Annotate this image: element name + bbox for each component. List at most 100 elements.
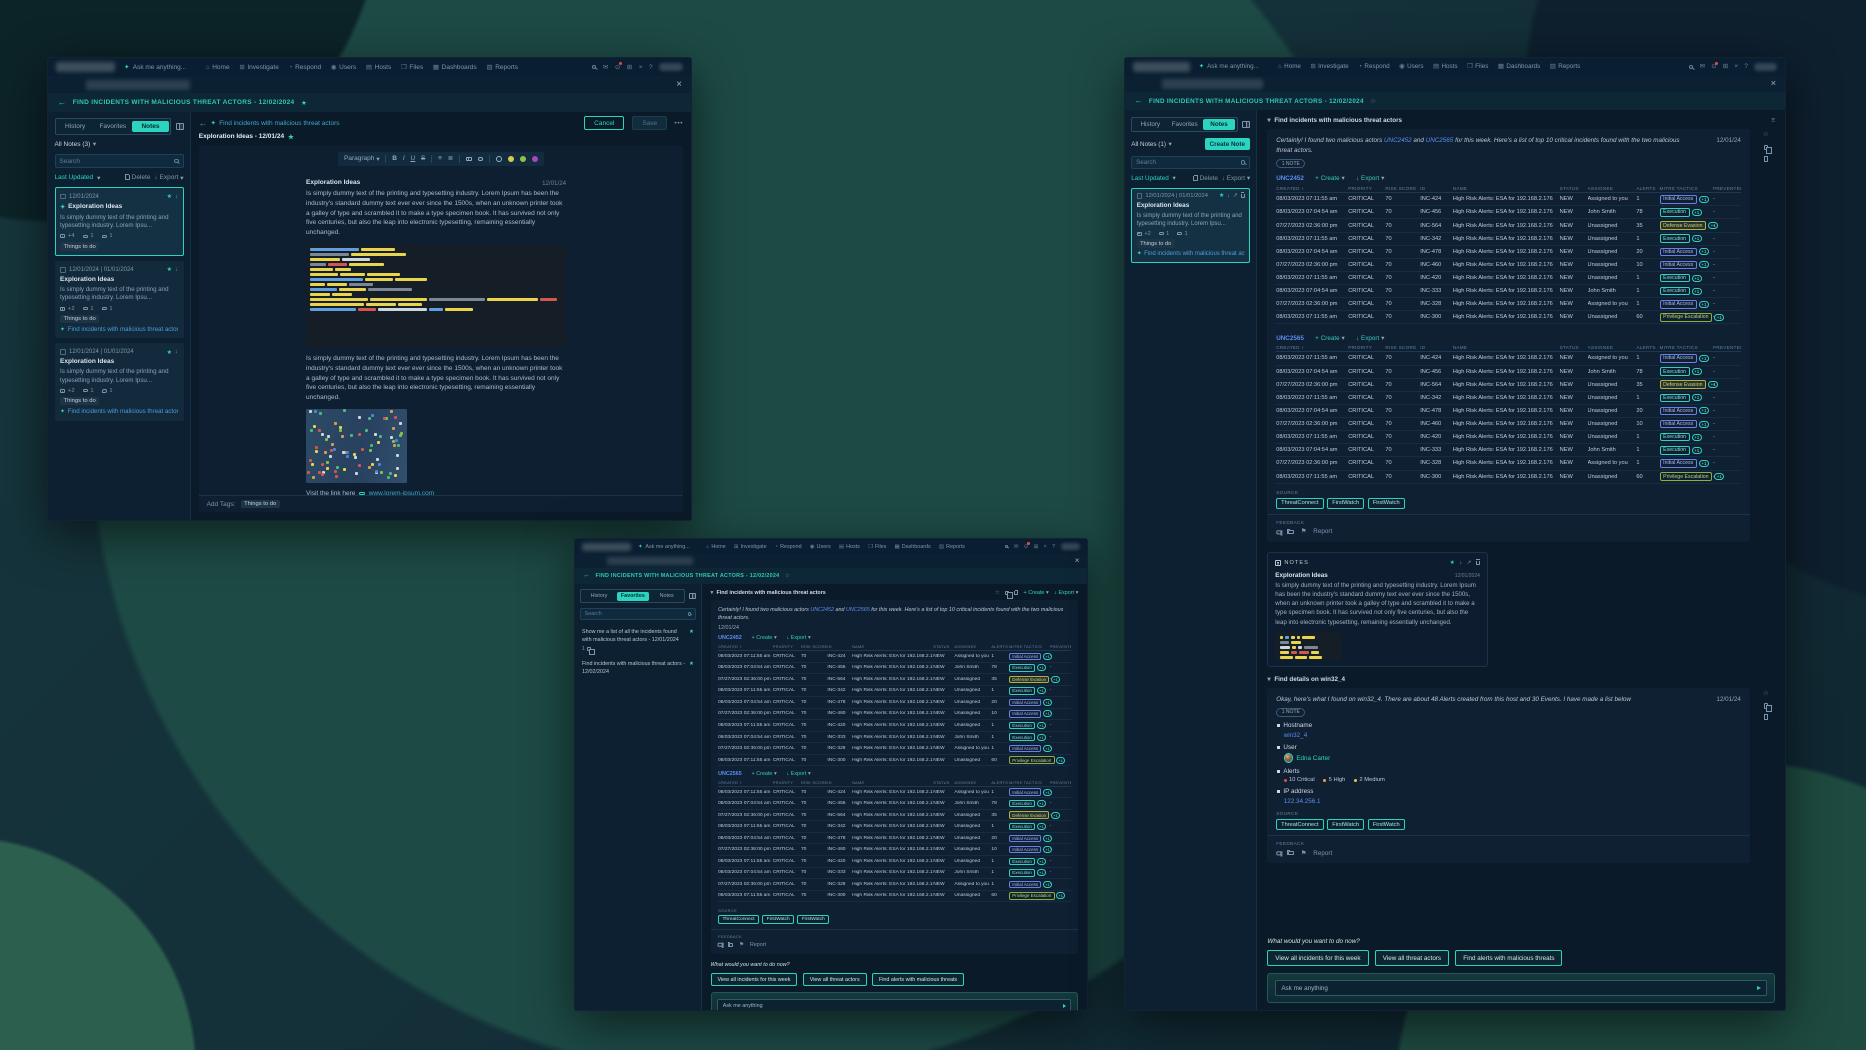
nav-item[interactable]: ▧ Reports xyxy=(1550,63,1581,70)
share-icon[interactable]: ↗ xyxy=(1233,193,1238,199)
export-button[interactable]: ↓ Export ▾ xyxy=(154,174,183,182)
column-header[interactable]: NAME xyxy=(1453,345,1560,350)
mitre-extra-badge[interactable]: +1 xyxy=(1036,687,1046,695)
nav-item[interactable]: ▤ Hosts xyxy=(839,544,860,550)
expand-icon[interactable]: × xyxy=(639,64,643,71)
incident-row[interactable]: 07/27/2023 02:36:00 pm CRITICAL 70 INC-460 H… xyxy=(718,844,1071,857)
mitre-tactic-chip[interactable]: Execution xyxy=(1009,799,1036,808)
mitre-tactic-chip[interactable]: Privilege Escalation xyxy=(1009,756,1055,764)
thumbs-down-icon[interactable] xyxy=(1276,529,1282,535)
column-header[interactable]: ID xyxy=(1420,345,1453,350)
color-yellow-swatch[interactable] xyxy=(507,155,514,162)
column-header[interactable]: ALERTS xyxy=(1636,186,1659,191)
mitre-tactic-chip[interactable]: Initial Access xyxy=(1659,195,1697,204)
create-button[interactable]: + Create ▾ xyxy=(1315,175,1345,182)
incident-row[interactable]: 08/03/2023 07:04:54 am CRITICAL 70 INC-333 H… xyxy=(1276,444,1741,458)
nav-item[interactable]: ▧ Reports xyxy=(939,544,965,550)
back-arrow-icon[interactable]: ← xyxy=(58,98,66,107)
collapse-panel-icon[interactable] xyxy=(175,122,184,131)
column-header[interactable]: MITRE TACTICS xyxy=(1009,644,1050,649)
column-header[interactable]: RISK SCORE xyxy=(1385,186,1420,191)
apps-grid-icon[interactable]: ⊞ xyxy=(1034,544,1039,550)
mitre-tactic-chip[interactable]: Initial Access xyxy=(1659,406,1697,416)
column-header[interactable]: STATUS xyxy=(933,780,954,785)
mitre-tactic-chip[interactable]: Defense Evasion xyxy=(1659,380,1707,389)
mitre-tactic-chip[interactable]: Execution xyxy=(1009,721,1036,730)
favorite-star-icon[interactable]: ★ xyxy=(167,266,172,273)
note-hyperlink[interactable]: www.lorem-ipsum.com xyxy=(369,490,434,495)
note-source-link[interactable]: ✦ Find incidents with malicious threat ac… xyxy=(60,408,178,415)
favorite-star-icon[interactable]: ★ xyxy=(167,349,172,356)
favorite-star-icon[interactable]: ★ xyxy=(301,99,307,107)
nav-item[interactable]: ◔ Respond xyxy=(1358,63,1390,70)
bell-icon[interactable]: ⊙ xyxy=(1024,542,1030,550)
mitre-tactic-chip[interactable]: Execution xyxy=(1659,208,1690,217)
favorite-star-icon[interactable]: ☆ xyxy=(1763,690,1769,697)
incident-row[interactable]: 08/03/2023 07:11:55 am CRITICAL 70 INC-424 H… xyxy=(718,651,1071,663)
sort-asc-icon[interactable]: ↑ xyxy=(1302,345,1305,350)
download-icon[interactable]: ↓ xyxy=(175,267,178,273)
threat-actor-link[interactable]: UNC2452 xyxy=(1384,137,1412,144)
column-header[interactable]: MITRE TACTICS xyxy=(1009,780,1050,785)
help-icon[interactable]: ? xyxy=(1744,63,1748,70)
mitre-extra-badge[interactable]: +1 xyxy=(1698,354,1710,362)
column-header[interactable]: PREVENTED STATUS xyxy=(1713,345,1741,350)
color-green-swatch[interactable] xyxy=(519,155,526,162)
bold-button[interactable]: B xyxy=(392,155,397,163)
create-button[interactable]: + Create ▾ xyxy=(751,771,776,777)
insert-link-button[interactable] xyxy=(477,157,484,161)
incident-row[interactable]: 07/27/2023 02:36:00 pm CRITICAL 70 INC-328 H… xyxy=(718,743,1071,755)
favorite-star-icon[interactable]: ★ xyxy=(167,193,172,200)
incident-row[interactable]: 08/03/2023 07:11:55 am CRITICAL 70 INC-420 H… xyxy=(718,720,1071,732)
delete-button[interactable]: Delete xyxy=(1193,174,1218,182)
column-header[interactable]: ID xyxy=(827,780,852,785)
report-flag-icon[interactable]: ⚑ xyxy=(1301,528,1307,535)
incident-row[interactable]: 07/27/2023 02:36:00 pm CRITICAL 70 INC-460 H… xyxy=(1276,259,1741,272)
column-header[interactable]: ASSIGNEE xyxy=(1588,345,1637,350)
thumbs-down-icon[interactable] xyxy=(1276,850,1282,856)
mitre-tactic-chip[interactable]: Initial Access xyxy=(1009,698,1042,707)
chevron-down-icon[interactable]: ▾ xyxy=(1267,117,1270,124)
mitre-tactic-chip[interactable]: Execution xyxy=(1009,664,1036,672)
mitre-extra-badge[interactable]: +1 xyxy=(1036,664,1046,672)
mitre-tactic-chip[interactable]: Execution xyxy=(1009,869,1036,877)
report-button[interactable]: Report xyxy=(750,942,766,948)
note-checkbox[interactable] xyxy=(60,349,67,355)
column-header[interactable]: NAME xyxy=(1453,186,1560,191)
mitre-tactic-chip[interactable]: Execution xyxy=(1659,234,1690,243)
trash-icon[interactable] xyxy=(1763,714,1769,721)
incident-row[interactable]: 08/03/2023 07:11:55 am CRITICAL 70 INC-342 H… xyxy=(718,821,1071,833)
source-chip[interactable]: FirstWatch xyxy=(797,915,830,925)
insert-image-button[interactable] xyxy=(465,156,472,162)
bulleted-list-button[interactable]: ≡ xyxy=(438,155,442,163)
favorite-star-icon[interactable]: ★ xyxy=(1450,560,1455,566)
back-arrow-icon[interactable]: ← xyxy=(199,119,207,128)
column-header[interactable]: PREVENTED STATUS xyxy=(1050,644,1071,649)
mitre-tactic-chip[interactable]: Execution xyxy=(1659,273,1690,283)
mitre-extra-badge[interactable]: +1 xyxy=(1036,733,1046,741)
strikethrough-button[interactable]: S xyxy=(421,155,425,163)
tab-notes[interactable]: Notes xyxy=(132,121,169,132)
ask-input[interactable]: Ask me anything xyxy=(717,998,1072,1010)
mail-icon[interactable]: ✉ xyxy=(1700,63,1705,70)
mitre-extra-badge[interactable]: +1 xyxy=(1691,287,1702,295)
incident-row[interactable]: 08/03/2023 07:04:54 am CRITICAL 70 INC-478 H… xyxy=(1276,405,1741,419)
favorite-item[interactable]: Find incidents with malicious threat act… xyxy=(580,656,695,680)
note-tag[interactable]: Things to do xyxy=(240,499,280,509)
chevron-down-icon[interactable]: ▾ xyxy=(1168,141,1171,148)
note-count-chip[interactable]: 1 NOTE xyxy=(1276,707,1306,718)
nav-item[interactable]: ⌂ Home xyxy=(706,544,726,550)
copy-icon[interactable] xyxy=(1763,703,1773,713)
trash-icon[interactable] xyxy=(1240,192,1245,199)
tab-notes[interactable]: Notes xyxy=(1202,119,1236,130)
create-button[interactable]: + Create ▾ xyxy=(751,635,776,641)
note-count-chip[interactable]: 1 NOTE xyxy=(1276,159,1306,169)
column-header[interactable]: RISK SCORE xyxy=(801,780,827,785)
column-header[interactable]: STATUS xyxy=(933,644,954,649)
nav-item[interactable]: ◔ Respond xyxy=(775,544,802,550)
download-icon[interactable]: ↓ xyxy=(1459,560,1462,566)
mitre-tactic-chip[interactable]: Initial Access xyxy=(1659,354,1697,363)
note-source-link[interactable]: ✦ Find incidents with malicious threat ac… xyxy=(1137,250,1245,258)
mitre-tactic-chip[interactable]: Execution xyxy=(1009,687,1036,695)
tab-notes[interactable]: Notes xyxy=(650,592,683,601)
